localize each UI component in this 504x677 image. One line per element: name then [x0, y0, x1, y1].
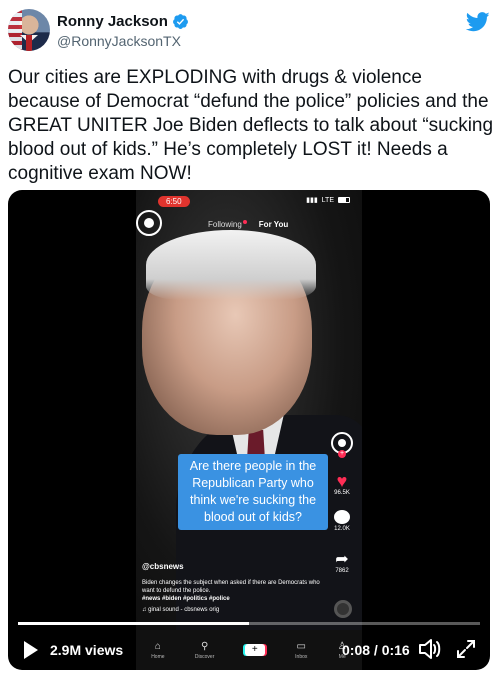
video-progress-fill: [18, 622, 249, 625]
like-action: ♥ 96.5K: [330, 472, 354, 496]
feed-tabs: Following For You: [208, 220, 288, 229]
post-sound: ♫ ginal sound - cbsnews orig: [142, 607, 220, 613]
battery-icon: [338, 197, 350, 203]
twitter-bird-icon[interactable]: [466, 12, 490, 32]
avatar-tie: [26, 35, 32, 51]
author-handle[interactable]: @RonnyJacksonTX: [57, 33, 181, 49]
comment-bubble-icon: [334, 510, 350, 524]
tab-following: Following: [208, 220, 247, 229]
post-info: @cbsnews Biden changes the subject when …: [142, 562, 322, 613]
verified-badge-icon: [172, 14, 188, 29]
video-player[interactable]: 6:50 ▮▮▮ LTE Following For You Are there…: [8, 190, 490, 670]
post-username: @cbsnews: [142, 562, 184, 571]
follow-plus-icon: +: [338, 450, 346, 458]
playback-time: 0:08 / 0:16: [342, 642, 410, 658]
fullscreen-icon[interactable]: [456, 639, 476, 659]
status-time: 6:50: [158, 196, 190, 207]
video-caption: Are there people in the Republican Party…: [178, 454, 328, 530]
status-indicators: ▮▮▮ LTE: [306, 196, 350, 204]
share-count: 7862: [335, 568, 349, 574]
share-action: ➦ 7862: [330, 551, 354, 575]
volume-icon[interactable]: [418, 638, 442, 660]
view-count: 2.9M views: [50, 642, 124, 658]
subject-hair: [146, 230, 316, 300]
comment-action: 12.0K: [330, 510, 354, 532]
post-hashtags: #news #biden #politics #police: [142, 596, 230, 602]
tab-for-you: For You: [258, 220, 289, 229]
video-progress-bar[interactable]: [18, 622, 480, 625]
heart-icon: ♥: [336, 471, 348, 491]
comment-count: 12.0K: [334, 526, 350, 532]
post-description: Biden changes the subject when asked if …: [142, 580, 320, 594]
author-display-name[interactable]: Ronny Jackson: [57, 13, 168, 30]
cbs-logo-icon: [136, 210, 162, 236]
like-count: 96.5K: [334, 490, 350, 496]
signal-icon: ▮▮▮: [306, 197, 318, 204]
author-name-row: Ronny Jackson: [57, 13, 189, 30]
play-icon[interactable]: [24, 641, 38, 659]
share-arrow-icon: ➦: [335, 551, 349, 568]
author-avatar[interactable]: [8, 9, 50, 51]
sound-disc-icon: [334, 600, 352, 618]
creator-avatar: +: [330, 432, 354, 458]
network-label: LTE: [321, 196, 334, 204]
tweet-text: Our cities are EXPLODING with drugs & vi…: [8, 67, 494, 184]
player-controls: 2.9M views 0:08 / 0:16: [8, 635, 490, 665]
live-dot-icon: [242, 220, 247, 224]
avatar-flag: [8, 9, 22, 51]
embedded-phone-recording: 6:50 ▮▮▮ LTE Following For You Are there…: [136, 190, 362, 670]
